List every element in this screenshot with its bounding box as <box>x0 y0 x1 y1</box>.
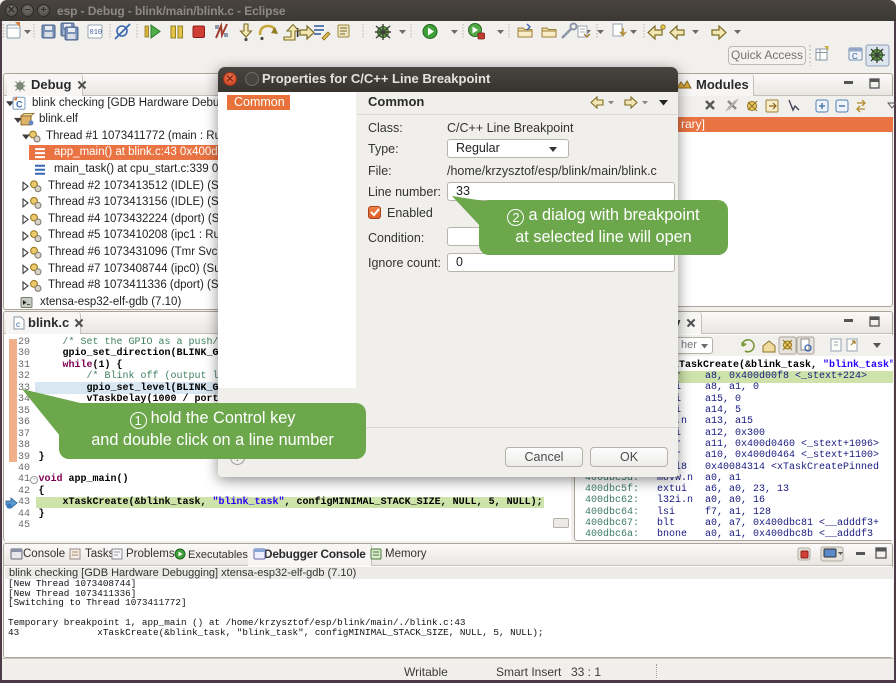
svg-text:C: C <box>852 52 858 61</box>
svg-text:010: 010 <box>90 29 103 37</box>
svg-text:i: i <box>296 26 299 40</box>
svg-text:c: c <box>16 320 20 329</box>
